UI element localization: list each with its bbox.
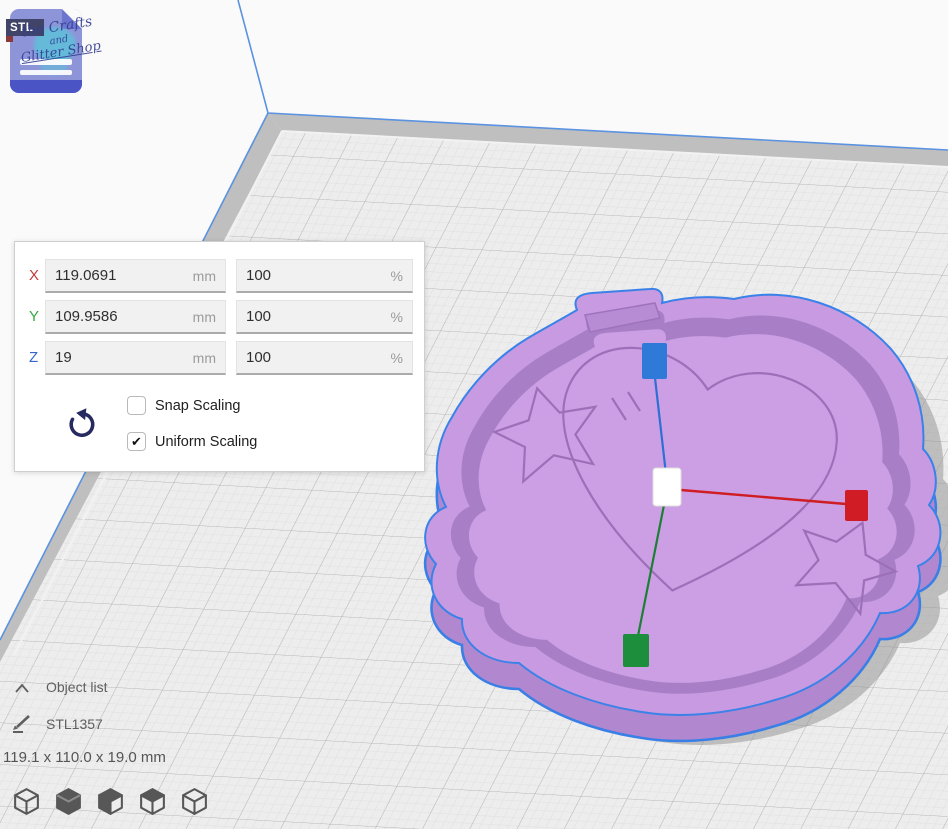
application-window: STL the Crafts and Glitter Shop X 119.06… (0, 0, 948, 829)
snap-scaling-checkbox[interactable]: Snap Scaling (127, 396, 240, 415)
percent-unit-label: % (391, 309, 403, 325)
object-list-item-name[interactable]: STL1357 (46, 716, 103, 732)
view-front-button[interactable] (54, 786, 83, 817)
percent-unit-label: % (391, 350, 403, 366)
view-right-cube-icon (180, 786, 209, 817)
view-top-button[interactable] (96, 786, 125, 817)
x-axis-label: X (29, 259, 45, 293)
camera-view-toolbar (12, 786, 209, 817)
scale-z-mm-value: 19 (55, 349, 72, 366)
model-stl1357[interactable] (425, 289, 948, 745)
scale-z-percent-input[interactable]: 100 % (236, 341, 413, 375)
y-axis-label: Y (29, 300, 45, 334)
view-left-cube-icon (138, 786, 167, 817)
scale-y-percent-value: 100 (246, 308, 271, 325)
scale-x-percent-input[interactable]: 100 % (236, 259, 413, 293)
uniform-scaling-label: Uniform Scaling (155, 434, 257, 450)
scale-handle-y[interactable] (623, 634, 649, 667)
mm-unit-label: mm (193, 309, 216, 325)
scale-y-percent-input[interactable]: 100 % (236, 300, 413, 334)
percent-unit-label: % (391, 268, 403, 284)
scale-y-mm-value: 109.9586 (55, 308, 118, 325)
scale-y-mm-input[interactable]: 109.9586 mm (45, 300, 226, 334)
scale-handle-x[interactable] (845, 490, 868, 521)
collapse-chevron-icon[interactable] (14, 682, 32, 694)
scale-tool-panel: X 119.0691 mm 100 % Y 109.9586 mm 100 % … (14, 241, 425, 472)
stl-file-icon: STL the Crafts and Glitter Shop (6, 4, 114, 100)
object-list-header[interactable]: Object list (46, 679, 107, 695)
uniform-scaling-checkbox[interactable]: ✔ Uniform Scaling (127, 432, 257, 451)
model-dimensions-readout: 119.1 x 110.0 x 19.0 mm (3, 749, 166, 766)
scale-handle-z[interactable] (642, 343, 667, 379)
scale-x-mm-input[interactable]: 119.0691 mm (45, 259, 226, 293)
scale-x-mm-value: 119.0691 (55, 267, 116, 284)
view-front-cube-icon (54, 786, 83, 817)
view-left-button[interactable] (138, 786, 167, 817)
scale-z-mm-input[interactable]: 19 mm (45, 341, 226, 375)
scale-handle-center[interactable] (653, 468, 681, 506)
uniform-scaling-checkbox-box[interactable]: ✔ (127, 432, 146, 451)
snap-scaling-label: Snap Scaling (155, 398, 240, 414)
view-top-cube-icon (96, 786, 125, 817)
view-3d-button[interactable] (12, 786, 41, 817)
view-right-button[interactable] (180, 786, 209, 817)
mm-unit-label: mm (193, 268, 216, 284)
reset-rotate-icon (64, 406, 98, 444)
view-3d-cube-icon (12, 786, 41, 817)
snap-scaling-checkbox-box[interactable] (127, 396, 146, 415)
scale-x-percent-value: 100 (246, 267, 271, 284)
mm-unit-label: mm (193, 350, 216, 366)
reset-scale-button[interactable] (61, 404, 101, 448)
scale-z-percent-value: 100 (246, 349, 271, 366)
edit-pencil-icon[interactable] (11, 712, 35, 734)
z-axis-label: Z (29, 341, 45, 375)
